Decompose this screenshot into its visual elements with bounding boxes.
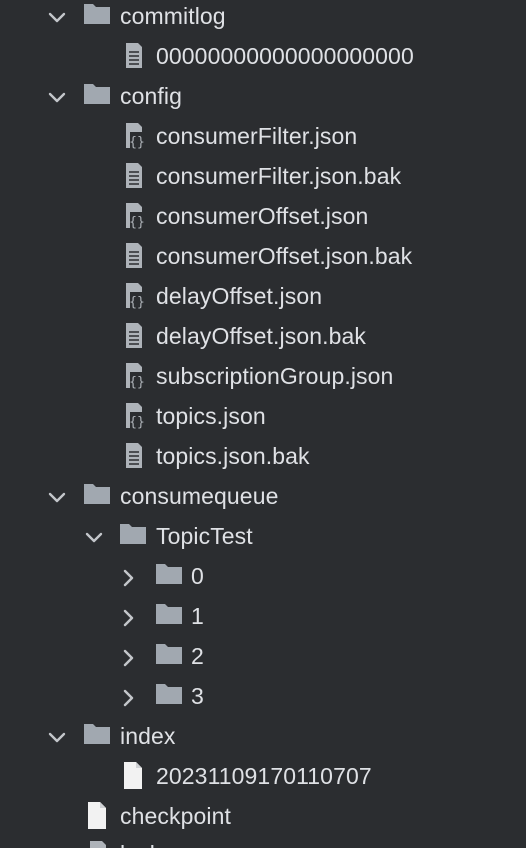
folder-icon (154, 600, 184, 628)
tree-item-label: topics.json.bak (156, 443, 310, 469)
chevron-right-icon[interactable] (116, 646, 140, 670)
folder-icon (82, 0, 112, 28)
chevron-right-icon[interactable] (116, 606, 140, 630)
chevron-down-icon[interactable] (45, 726, 69, 750)
tree-row-consumerfilter-bak[interactable]: consumerFilter.json.bak (0, 160, 526, 200)
tree-item-label: consumerFilter.json.bak (156, 163, 402, 189)
tree-row-consumeroffset-bak[interactable]: consumerOffset.json.bak (0, 240, 526, 280)
tree-item-label: 20231109170110707 (156, 763, 372, 789)
tree-row-consumequeue[interactable]: consumequeue (0, 480, 526, 520)
tree-row-commitlog-file[interactable]: 00000000000000000000 (0, 40, 526, 80)
project-tree: commitlog 00000000000000000000 config {}… (0, 0, 526, 848)
tree-row-config[interactable]: config (0, 80, 526, 120)
tree-item-label: consumerFilter.json (156, 123, 358, 149)
chevron-right-icon[interactable] (116, 686, 140, 710)
text-file-icon (119, 40, 149, 68)
tree-row-commitlog[interactable]: commitlog (0, 0, 526, 40)
text-file-icon (119, 320, 149, 348)
svg-text:{}: {} (129, 375, 145, 390)
tree-row-consumerfilter-json[interactable]: {} consumerFilter.json (0, 120, 526, 160)
tree-row-checkpoint[interactable]: checkpoint (0, 800, 526, 840)
tree-item-label: 3 (191, 683, 204, 709)
json-file-icon: {} (119, 400, 149, 430)
json-file-icon: {} (119, 360, 149, 390)
tree-row-index-file[interactable]: 20231109170110707 (0, 760, 526, 800)
tree-item-label: 0 (191, 563, 204, 589)
folder-icon (82, 80, 112, 108)
tree-item-label: delayOffset.json (156, 283, 323, 309)
folder-icon (154, 560, 184, 588)
tree-item-label: commitlog (120, 3, 226, 29)
text-file-icon (83, 838, 113, 848)
text-file-icon (119, 240, 149, 268)
tree-row-consumeroffset-json[interactable]: {} consumerOffset.json (0, 200, 526, 240)
tree-row-queue-0[interactable]: 0 (0, 560, 526, 600)
tree-row-queue-2[interactable]: 2 (0, 640, 526, 680)
folder-icon (154, 680, 184, 708)
tree-row-queue-1[interactable]: 1 (0, 600, 526, 640)
json-file-icon: {} (119, 120, 149, 150)
tree-item-label: TopicTest (156, 523, 253, 549)
tree-row-index[interactable]: index (0, 720, 526, 760)
tree-row-topics-bak[interactable]: topics.json.bak (0, 440, 526, 480)
chevron-right-icon[interactable] (116, 566, 140, 590)
json-file-icon: {} (119, 200, 149, 230)
chevron-down-icon[interactable] (45, 6, 69, 30)
tree-item-label: consumerOffset.json (156, 203, 369, 229)
tree-item-label: index (120, 723, 176, 749)
chevron-down-icon[interactable] (45, 86, 69, 110)
blank-file-icon (119, 760, 149, 789)
folder-icon (82, 480, 112, 508)
tree-item-label: consumerOffset.json.bak (156, 243, 413, 269)
svg-text:{}: {} (129, 215, 145, 230)
tree-row-topictest[interactable]: TopicTest (0, 520, 526, 560)
tree-item-label: config (120, 83, 182, 109)
folder-icon (82, 720, 112, 748)
tree-item-label: 1 (191, 603, 204, 629)
blank-file-icon (83, 800, 113, 829)
svg-text:{}: {} (129, 295, 145, 310)
tree-row-delayoffset-bak[interactable]: delayOffset.json.bak (0, 320, 526, 360)
text-file-icon (119, 440, 149, 468)
json-file-icon: {} (119, 280, 149, 310)
tree-row-queue-3[interactable]: 3 (0, 680, 526, 720)
tree-item-label: 2 (191, 643, 204, 669)
tree-item-label: 00000000000000000000 (156, 43, 414, 69)
tree-item-label: subscriptionGroup.json (156, 363, 394, 389)
folder-icon (154, 640, 184, 668)
folder-icon (118, 520, 148, 548)
chevron-down-icon[interactable] (45, 486, 69, 510)
chevron-down-icon[interactable] (82, 526, 106, 550)
svg-text:{}: {} (129, 415, 145, 430)
tree-item-label: lock (120, 838, 161, 848)
tree-item-label: checkpoint (120, 803, 231, 829)
tree-item-label: delayOffset.json.bak (156, 323, 366, 349)
tree-item-label: consumequeue (120, 483, 279, 509)
tree-row-topics-json[interactable]: {} topics.json (0, 400, 526, 440)
tree-row-lock[interactable]: lock (0, 838, 526, 848)
svg-text:{}: {} (129, 135, 145, 150)
text-file-icon (119, 160, 149, 188)
tree-item-label: topics.json (156, 403, 266, 429)
tree-row-delayoffset-json[interactable]: {} delayOffset.json (0, 280, 526, 320)
tree-row-subscriptiongroup-json[interactable]: {} subscriptionGroup.json (0, 360, 526, 400)
